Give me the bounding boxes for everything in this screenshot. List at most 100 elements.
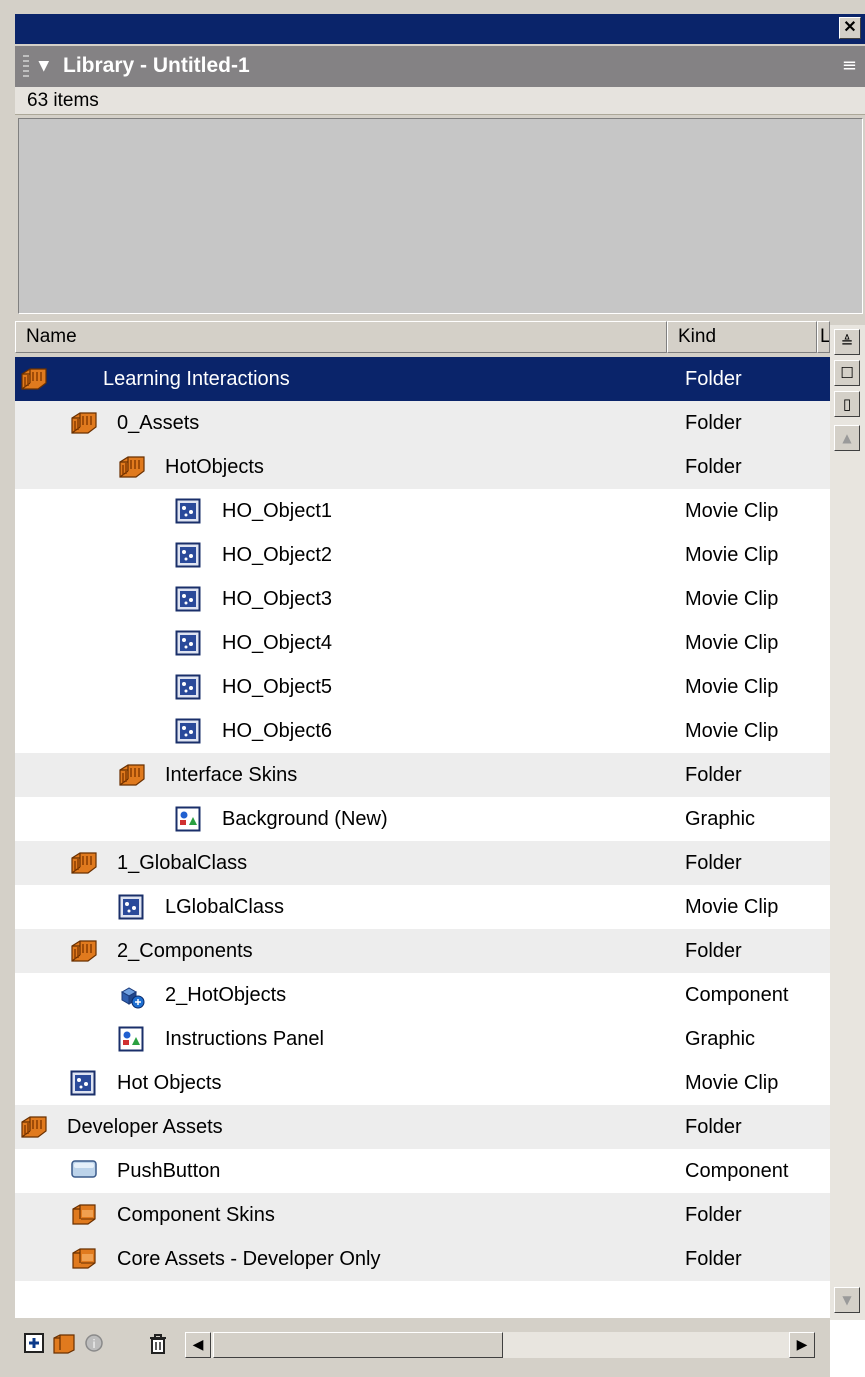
item-name: Developer Assets — [67, 1116, 223, 1138]
list-row[interactable]: HO_Object6 Movie Clip — [15, 709, 830, 753]
list-row[interactable]: 1_GlobalClass Folder — [15, 841, 830, 885]
sort-order-icon[interactable]: ≜ — [834, 329, 860, 355]
vertical-scrollbar[interactable]: ≜ ☐ ▯ ▲ ▼ — [830, 325, 865, 1325]
item-name: PushButton — [117, 1160, 221, 1182]
list-row[interactable]: Hot Objects Movie Clip — [15, 1061, 830, 1105]
list-row[interactable]: HO_Object2 Movie Clip — [15, 533, 830, 577]
item-list: Learning Interactions Folder 0_Assets Folde… — [15, 357, 830, 1318]
item-kind: Component — [685, 984, 789, 1006]
item-kind: Folder — [685, 852, 742, 874]
movie-clip-icon — [175, 542, 201, 568]
list-row[interactable]: HO_Object5 Movie Clip — [15, 665, 830, 709]
graphic-icon — [175, 806, 201, 832]
item-kind: Folder — [685, 1116, 742, 1138]
list-row[interactable]: Instructions Panel Graphic — [15, 1017, 830, 1061]
item-kind: Movie Clip — [685, 500, 779, 522]
list-row[interactable]: 2_HotObjects Component — [15, 973, 830, 1017]
item-name: HotObjects — [165, 456, 264, 478]
scroll-up-button[interactable]: ▲ — [834, 425, 860, 451]
movie-clip-icon — [118, 894, 144, 920]
drag-grip-icon[interactable] — [23, 55, 29, 79]
item-kind: Movie Clip — [685, 588, 779, 610]
item-kind: Movie Clip — [685, 720, 779, 742]
item-kind: Movie Clip — [685, 632, 779, 654]
scroll-down-button[interactable]: ▼ — [834, 1287, 860, 1313]
list-row[interactable]: Learning Interactions Folder — [15, 357, 830, 401]
options-menu-icon[interactable]: ≡ — [842, 56, 857, 76]
folder-open-icon — [70, 850, 97, 876]
svg-text:i: i — [92, 1337, 95, 1351]
list-row[interactable]: Core Assets - Developer Only Folder — [15, 1237, 830, 1281]
item-kind: Movie Clip — [685, 544, 779, 566]
item-name: Component Skins — [117, 1204, 275, 1226]
movie-clip-icon — [175, 718, 201, 744]
column-header-linkage[interactable]: L — [817, 321, 830, 353]
column-header-name[interactable]: Name — [15, 321, 667, 353]
item-name: Background (New) — [222, 808, 388, 830]
list-row[interactable]: HO_Object1 Movie Clip — [15, 489, 830, 533]
wide-view-button[interactable]: ☐ — [834, 360, 860, 386]
library-title: Library - Untitled-1 — [63, 54, 250, 77]
list-row[interactable]: Developer Assets Folder — [15, 1105, 830, 1149]
push-button-icon — [70, 1158, 97, 1184]
item-kind: Graphic — [685, 1028, 756, 1050]
movie-clip-icon — [175, 498, 201, 524]
properties-icon[interactable]: i — [81, 1332, 107, 1358]
scroll-left-button[interactable]: ◀ — [185, 1332, 211, 1358]
trash-icon[interactable] — [145, 1332, 171, 1358]
item-kind: Component — [685, 1160, 789, 1182]
item-kind: Movie Clip — [685, 896, 779, 918]
folder-open-icon — [20, 366, 47, 392]
library-panel: ✕ ▾ Library - Untitled-1 ≡ 63 items Name… — [0, 0, 865, 1377]
item-name: Core Assets - Developer Only — [117, 1248, 381, 1270]
item-name: 1_GlobalClass — [117, 852, 248, 874]
list-row[interactable]: 2_Components Folder — [15, 929, 830, 973]
item-name: HO_Object3 — [222, 588, 333, 610]
item-name: HO_Object5 — [222, 676, 333, 698]
item-name: 0_Assets — [117, 412, 200, 434]
horizontal-scrollbar[interactable]: ◀ ▶ — [185, 1332, 815, 1358]
item-kind: Folder — [685, 1204, 742, 1226]
list-row[interactable]: Interface Skins Folder — [15, 753, 830, 797]
list-row[interactable]: HotObjects Folder — [15, 445, 830, 489]
item-name: Instructions Panel — [165, 1028, 324, 1050]
new-folder-icon[interactable] — [51, 1332, 77, 1358]
horizontal-scroll-thumb[interactable] — [213, 1332, 503, 1358]
graphic-icon — [118, 1026, 144, 1052]
list-row[interactable]: PushButton Component — [15, 1149, 830, 1193]
folder-closed-icon — [70, 1246, 96, 1272]
folder-open-icon — [70, 410, 97, 436]
movie-clip-icon — [70, 1070, 96, 1096]
folder-open-icon — [118, 454, 145, 480]
scroll-corner — [830, 1320, 865, 1377]
item-kind: Folder — [685, 1248, 742, 1270]
collapse-arrow-icon[interactable]: ▾ — [39, 52, 49, 80]
item-kind: Graphic — [685, 808, 756, 830]
list-row[interactable]: HO_Object4 Movie Clip — [15, 621, 830, 665]
item-kind: Movie Clip — [685, 1072, 779, 1094]
item-kind: Folder — [685, 368, 742, 390]
column-header-kind[interactable]: Kind — [667, 321, 817, 353]
list-row[interactable]: LGlobalClass Movie Clip — [15, 885, 830, 929]
item-name: HO_Object6 — [222, 720, 333, 742]
list-row[interactable]: HO_Object3 Movie Clip — [15, 577, 830, 621]
new-symbol-icon[interactable] — [21, 1332, 47, 1358]
item-kind: Folder — [685, 456, 742, 478]
item-name: Hot Objects — [117, 1072, 222, 1094]
library-header[interactable]: ▾ Library - Untitled-1 ≡ — [15, 46, 865, 87]
item-name: LGlobalClass — [165, 896, 284, 918]
item-name: Interface Skins — [165, 764, 298, 786]
column-headers: Name Kind L — [15, 321, 865, 353]
folder-open-icon — [20, 1114, 47, 1140]
narrow-view-button[interactable]: ▯ — [834, 391, 860, 417]
folder-closed-icon — [70, 1202, 96, 1228]
item-name: HO_Object2 — [222, 544, 333, 566]
list-row[interactable]: Component Skins Folder — [15, 1193, 830, 1237]
movie-clip-icon — [175, 586, 201, 612]
scroll-right-button[interactable]: ▶ — [789, 1332, 815, 1358]
list-row[interactable]: Background (New) Graphic — [15, 797, 830, 841]
item-name: Learning Interactions — [103, 368, 290, 390]
item-name: HO_Object1 — [222, 500, 333, 522]
close-button[interactable]: ✕ — [839, 17, 861, 39]
list-row[interactable]: 0_Assets Folder — [15, 401, 830, 445]
